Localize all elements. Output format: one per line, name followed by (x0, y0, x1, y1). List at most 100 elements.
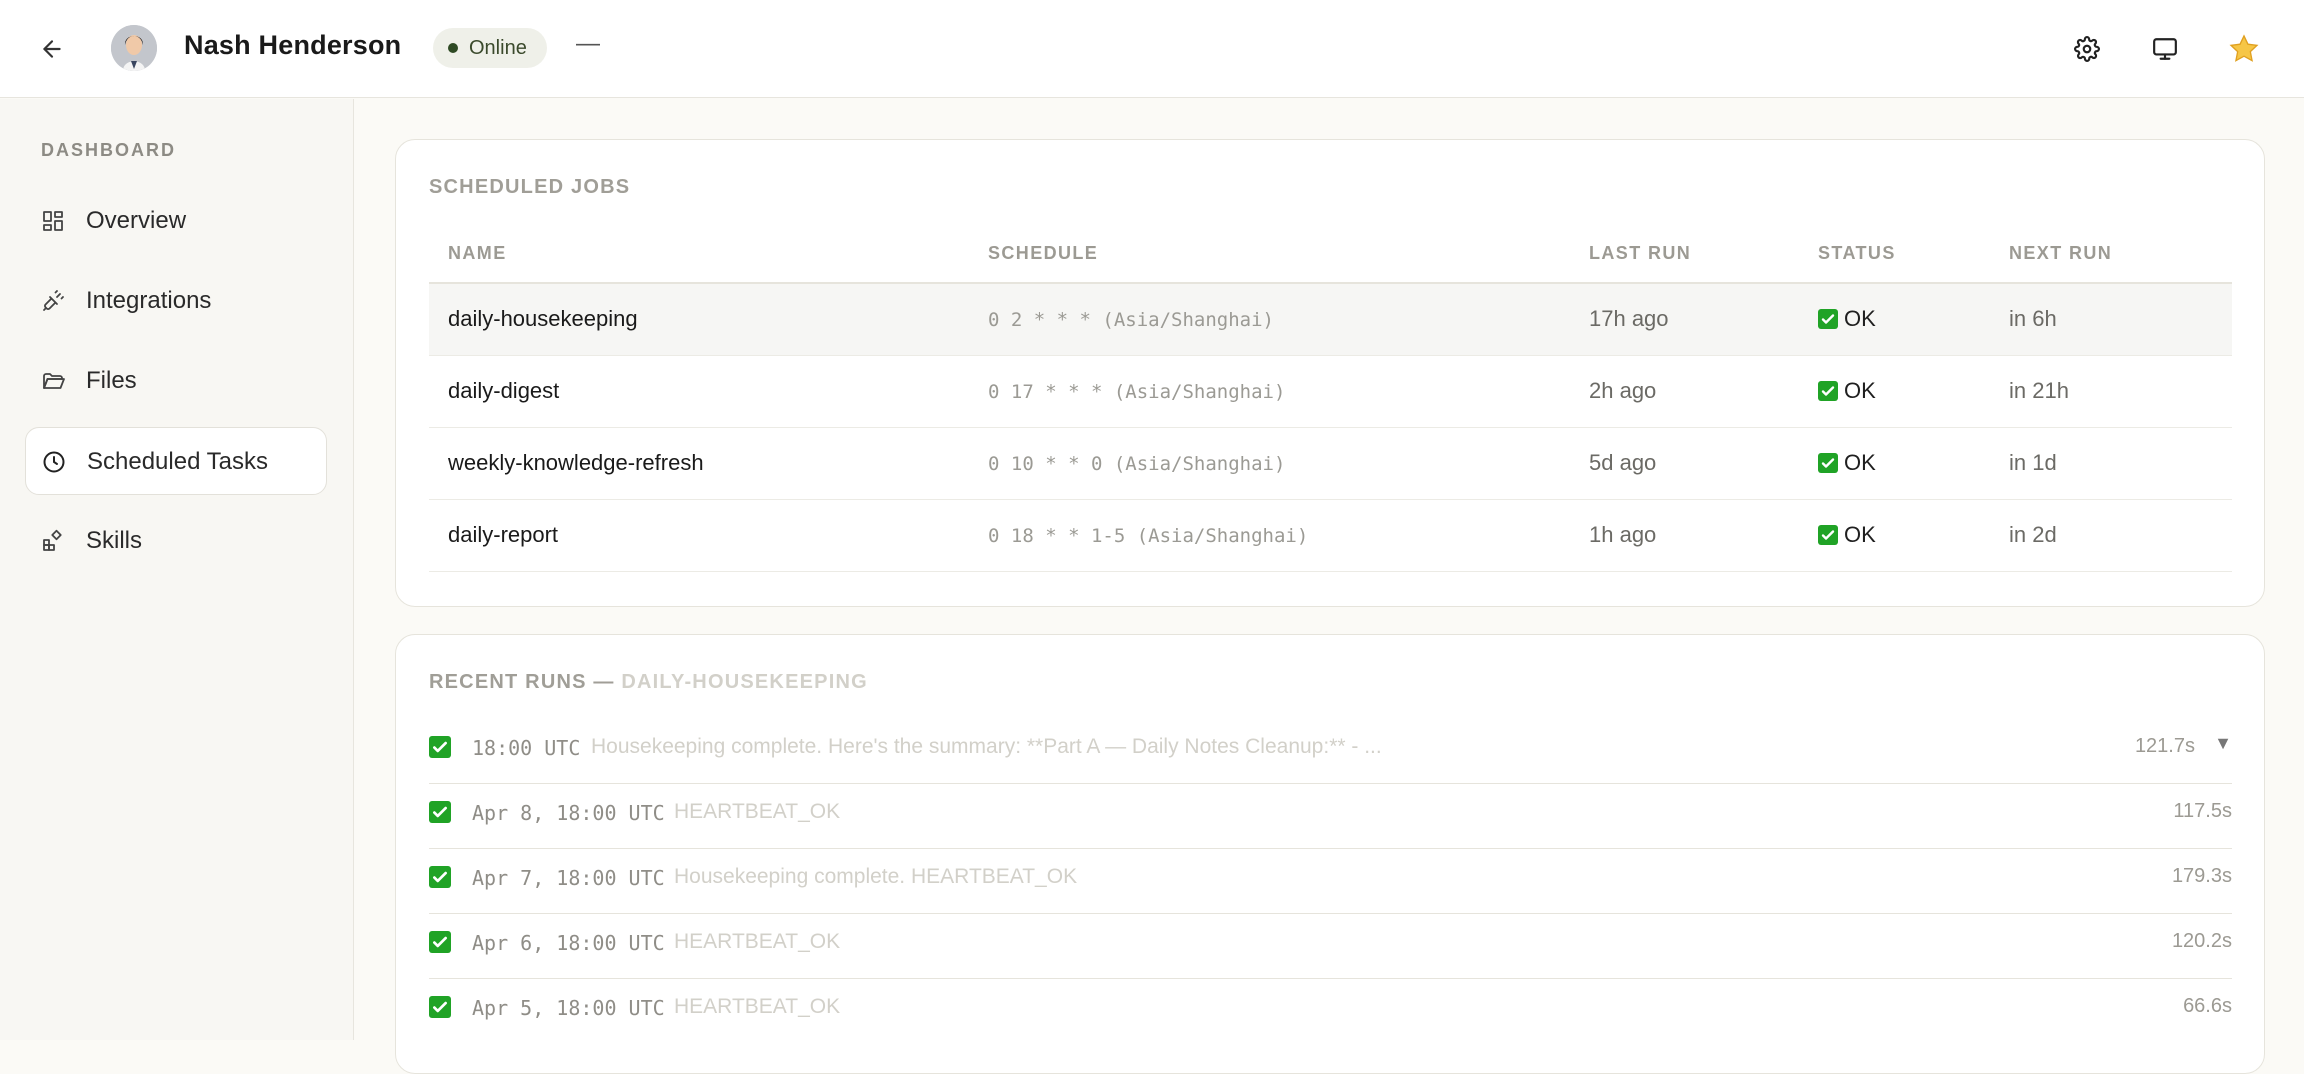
sidebar-item-label: Scheduled Tasks (87, 448, 269, 475)
run-duration: 120.2s (2171, 930, 2232, 952)
job-status: OK (1818, 306, 1876, 332)
recent-runs-job-name: DAILY-HOUSEKEEPING (621, 671, 868, 693)
job-name: weekly-knowledge-refresh (448, 450, 704, 475)
check-icon (1818, 381, 1838, 401)
sidebar-item-integrations[interactable]: Integrations (25, 267, 327, 335)
run-time: Apr 8, 18:00 UTC (472, 801, 665, 825)
job-last-run: 5d ago (1589, 450, 1657, 475)
sidebar-item-label: Overview (86, 207, 187, 234)
list-item[interactable]: 18:00 UTC Housekeeping complete. Here's … (429, 719, 2232, 784)
job-next-run: in 1d (2009, 450, 2057, 475)
table-row[interactable]: daily-report 0 18 * * 1-5 (Asia/Shanghai… (429, 500, 2232, 572)
list-item[interactable]: Apr 6, 18:00 UTC HEARTBEAT_OK 120.2s (429, 914, 2232, 979)
job-status: OK (1818, 450, 1876, 476)
expand-caret-icon[interactable]: ▼ (2214, 733, 2232, 754)
job-status-label: OK (1844, 378, 1876, 403)
grid-icon (43, 211, 63, 231)
job-schedule: 0 17 * * * (Asia/Shanghai) (988, 381, 1286, 403)
run-time: Apr 5, 18:00 UTC (472, 996, 665, 1020)
column-header-schedule: SCHEDULE (988, 243, 1099, 263)
job-name: daily-report (448, 522, 559, 547)
blocks-icon (43, 529, 62, 551)
job-next-run: in 21h (2009, 378, 2069, 403)
header-separator: — (576, 30, 600, 57)
run-time: Apr 7, 18:00 UTC (472, 866, 665, 890)
job-schedule: 0 10 * * 0 (Asia/Shanghai) (988, 453, 1286, 475)
job-name: daily-housekeeping (448, 306, 638, 331)
status-dot (448, 43, 458, 53)
check-icon (429, 996, 451, 1018)
scheduled-jobs-card: SCHEDULED JOBS NAME SCHEDULE LAST RUN ST… (395, 139, 2265, 607)
job-schedule: 0 18 * * 1-5 (Asia/Shanghai) (988, 525, 1309, 547)
job-next-run: in 6h (2009, 306, 2057, 331)
check-icon (429, 866, 451, 888)
sidebar-heading: DASHBOARD (41, 140, 176, 160)
job-status-label: OK (1844, 306, 1876, 331)
recent-runs-card: RECENT RUNS — DAILY-HOUSEKEEPING 18:00 U… (395, 634, 2265, 1074)
list-item[interactable]: Apr 5, 18:00 UTC HEARTBEAT_OK 66.6s (429, 979, 2232, 1044)
column-header-next-run: NEXT RUN (2009, 243, 2113, 263)
run-time: Apr 6, 18:00 UTC (472, 931, 665, 955)
display-button[interactable] (2144, 28, 2186, 70)
sidebar-item-scheduled-tasks[interactable]: Scheduled Tasks (25, 427, 327, 495)
star-icon (2229, 34, 2259, 62)
check-icon (429, 736, 451, 758)
job-status-label: OK (1844, 450, 1876, 475)
user-name: Nash Henderson (184, 30, 402, 60)
sidebar-item-label: Skills (86, 527, 143, 554)
list-item[interactable]: Apr 8, 18:00 UTC HEARTBEAT_OK 117.5s (429, 784, 2232, 849)
job-last-run: 2h ago (1589, 378, 1657, 403)
monitor-icon (2153, 38, 2177, 60)
run-duration: 121.7s (2134, 735, 2195, 757)
status-label: Online (469, 36, 527, 59)
run-message: HEARTBEAT_OK (674, 800, 841, 823)
sidebar: DASHBOARD Overview Integrations Files Sc… (0, 99, 354, 1040)
run-duration: 66.6s (2183, 995, 2232, 1017)
run-message: HEARTBEAT_OK (674, 995, 841, 1018)
back-arrow-icon (43, 40, 61, 58)
sidebar-item-files[interactable]: Files (25, 347, 327, 415)
run-message: HEARTBEAT_OK (674, 930, 841, 953)
run-duration: 179.3s (2171, 865, 2232, 887)
column-header-last-run: LAST RUN (1589, 243, 1692, 263)
clock-icon (43, 451, 65, 473)
back-button[interactable] (32, 29, 72, 69)
plug-icon (43, 290, 64, 311)
top-header: Nash Henderson Online — (0, 0, 2304, 98)
card-title: RECENT RUNS — DAILY-HOUSEKEEPING (429, 671, 868, 694)
job-status: OK (1818, 522, 1876, 548)
run-message: Housekeeping complete. HEARTBEAT_OK (674, 865, 1078, 888)
sidebar-item-overview[interactable]: Overview (25, 187, 327, 255)
table-row[interactable]: daily-housekeeping 0 2 * * * (Asia/Shang… (429, 284, 2232, 356)
table-row[interactable]: weekly-knowledge-refresh 0 10 * * 0 (Asi… (429, 428, 2232, 500)
settings-button[interactable] (2066, 28, 2108, 70)
check-icon (429, 801, 451, 823)
avatar[interactable] (111, 25, 157, 71)
table-row[interactable]: daily-digest 0 17 * * * (Asia/Shanghai) … (429, 356, 2232, 428)
recent-runs-title: RECENT RUNS — (429, 671, 615, 693)
check-icon (429, 931, 451, 953)
column-header-name: NAME (448, 243, 507, 263)
check-icon (1818, 309, 1838, 329)
run-time: 18:00 UTC (472, 736, 581, 760)
gear-icon (2074, 36, 2100, 62)
job-name: daily-digest (448, 378, 560, 403)
check-icon (1818, 525, 1838, 545)
sidebar-item-skills[interactable]: Skills (25, 507, 327, 575)
job-last-run: 17h ago (1589, 306, 1669, 331)
run-duration: 117.5s (2173, 800, 2232, 822)
list-item[interactable]: Apr 7, 18:00 UTC Housekeeping complete. … (429, 849, 2232, 914)
favorite-button[interactable] (2223, 28, 2265, 70)
job-status-label: OK (1844, 522, 1876, 547)
column-header-status: STATUS (1818, 243, 1896, 263)
job-status: OK (1818, 378, 1876, 404)
run-message: Housekeeping complete. Here's the summar… (591, 735, 1382, 758)
sidebar-item-label: Integrations (86, 287, 212, 314)
status-badge: Online (433, 28, 547, 68)
job-next-run: in 2d (2009, 522, 2057, 547)
check-icon (1818, 453, 1838, 473)
folder-icon (43, 373, 65, 389)
job-last-run: 1h ago (1589, 522, 1657, 547)
job-schedule: 0 2 * * * (Asia/Shanghai) (988, 309, 1274, 331)
card-title: SCHEDULED JOBS (429, 176, 631, 198)
